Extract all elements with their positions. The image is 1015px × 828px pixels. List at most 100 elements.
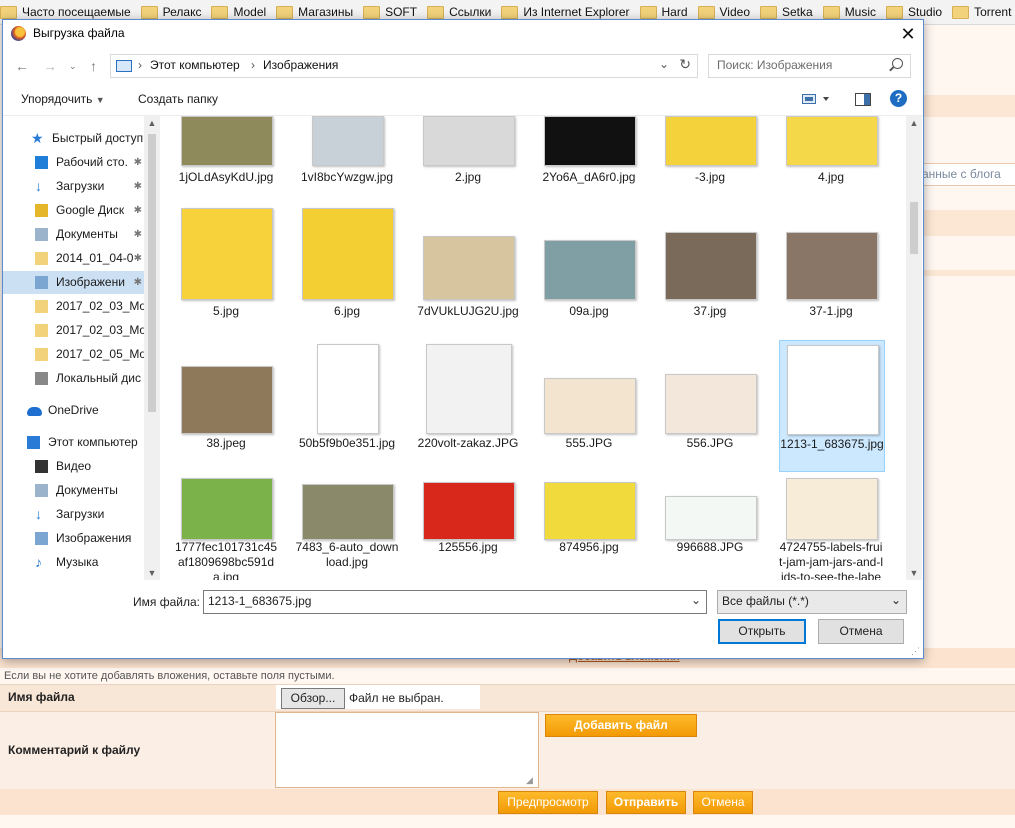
address-dropdown-icon[interactable]: ⌄ (659, 57, 669, 71)
add-file-button[interactable]: Добавить файл (545, 714, 697, 737)
new-folder-button[interactable]: Создать папку (138, 92, 218, 106)
search-icon[interactable] (892, 58, 903, 69)
file-tile[interactable]: 7483_6-auto_download.jpg (295, 474, 399, 580)
breadcrumb-this-pc[interactable]: Этот компьютер (150, 58, 240, 72)
recent-chevron-icon[interactable]: ⌄ (69, 61, 77, 72)
bookmark-folder[interactable]: Hard (639, 5, 688, 19)
file-tile[interactable]: 50b5f9b0e351.jpg (295, 340, 399, 470)
file-tile[interactable]: 556.JPG (658, 340, 762, 470)
chevron-down-icon[interactable]: ⌄ (891, 593, 901, 607)
dialog-resize-grip-icon[interactable]: ⋰ (911, 646, 921, 656)
file-tile[interactable]: 874956.jpg (537, 474, 641, 580)
blog-data-button[interactable]: анные с блога (921, 163, 1015, 186)
file-tile[interactable]: 38.jpeg (174, 340, 278, 470)
back-arrow-icon[interactable]: ← (15, 58, 29, 74)
file-tile[interactable]: 2Yo6A_dA6r0.jpg (537, 116, 641, 184)
organize-button[interactable]: Упорядочить ▼ (21, 92, 105, 106)
preview-pane-icon[interactable] (855, 93, 871, 109)
nav-item[interactable]: 2017_02_05_Mos (3, 343, 144, 366)
nav-scrollbar[interactable]: ▲ ▼ (144, 116, 160, 580)
nav-item[interactable]: 2014_01_04-0 ✱ (3, 247, 144, 270)
file-tile[interactable]: 1777fec101731c45af1809698bc591da.jpg (174, 474, 278, 580)
help-icon[interactable]: ? (890, 90, 907, 107)
nav-item[interactable]: OneDrive (3, 399, 144, 422)
nav-scroll-thumb[interactable] (148, 134, 156, 412)
file-tile[interactable]: 09a.jpg (537, 208, 641, 318)
bookmark-folder[interactable]: Model (211, 5, 266, 19)
image-thumbnail (181, 116, 273, 166)
file-tile[interactable]: 2.jpg (416, 116, 520, 184)
view-options-icon[interactable] (802, 93, 830, 108)
file-tile[interactable]: 125556.jpg (416, 474, 520, 580)
bookmark-folder[interactable]: Из Internet Explorer (501, 5, 630, 19)
file-tile[interactable]: 6.jpg (295, 208, 399, 318)
file-name-input[interactable]: 1213-1_683675.jpg ⌄ (203, 590, 707, 614)
nav-item[interactable]: Видео (3, 455, 144, 478)
scroll-down-icon[interactable]: ▼ (144, 568, 160, 578)
refresh-icon[interactable]: ↻ (679, 56, 691, 73)
comment-textarea[interactable]: ◢ (275, 712, 539, 788)
nav-item[interactable]: Google Диск ✱ (3, 199, 144, 222)
form-cancel-button[interactable]: Отмена (693, 791, 753, 814)
scroll-up-icon[interactable]: ▲ (144, 118, 160, 128)
close-button[interactable]: ✕ (893, 20, 923, 48)
nav-item[interactable]: Документы ✱ (3, 223, 144, 246)
chevron-down-icon[interactable]: ⌄ (691, 593, 701, 607)
nav-item[interactable]: ↓ Загрузки ✱ (3, 175, 144, 198)
bookmark-folder[interactable]: Studio (886, 5, 942, 19)
breadcrumb-separator-icon[interactable]: › (251, 58, 255, 72)
nav-item[interactable]: Изображения (3, 527, 144, 550)
nav-item[interactable]: 2017_02_03_Mos (3, 319, 144, 342)
file-tile[interactable]: 7dVUkLUJG2U.jpg (416, 208, 520, 318)
up-arrow-icon[interactable]: ↑ (90, 58, 97, 74)
file-tile[interactable]: 37.jpg (658, 208, 762, 318)
file-tile[interactable]: 996688.JPG (658, 474, 762, 580)
nav-item[interactable]: ★ Быстрый доступ (3, 127, 144, 150)
search-input[interactable]: Поиск: Изображения (708, 54, 911, 78)
file-tile[interactable]: -3.jpg (658, 116, 762, 184)
bookmark-folder[interactable]: Video (697, 5, 750, 19)
nav-item[interactable]: Документы (3, 479, 144, 502)
bookmark-folder[interactable]: Магазины (276, 5, 353, 19)
file-tile[interactable]: 37-1.jpg (779, 208, 883, 318)
file-tile[interactable]: 1jOLdAsyKdU.jpg (174, 116, 278, 184)
file-tile[interactable]: 220volt-zakaz.JPG (416, 340, 520, 470)
browse-button[interactable]: Обзор... (281, 688, 345, 709)
dialog-cancel-button[interactable]: Отмена (818, 619, 904, 644)
preview-button[interactable]: Предпросмотр (498, 791, 598, 814)
open-button[interactable]: Открыть (718, 619, 806, 644)
breadcrumb-separator-icon[interactable]: › (138, 58, 142, 72)
scroll-up-icon[interactable]: ▲ (906, 118, 922, 128)
nav-item[interactable]: Рабочий сто. ✱ (3, 151, 144, 174)
nav-item[interactable]: Локальный дис (3, 367, 144, 390)
submit-button[interactable]: Отправить (606, 791, 686, 814)
nav-item[interactable]: Этот компьютер (3, 431, 144, 454)
bookmark-folder[interactable]: Ссылки (427, 5, 491, 19)
file-type-select[interactable]: Все файлы (*.*) ⌄ (717, 590, 907, 614)
file-tile[interactable]: 1213-1_683675.jpg (779, 340, 885, 472)
file-name-value[interactable]: 1213-1_683675.jpg (208, 594, 311, 608)
nav-item[interactable]: ↓ Загрузки (3, 503, 144, 526)
forward-arrow-icon[interactable]: → (43, 58, 57, 74)
resize-grip-icon[interactable]: ◢ (526, 775, 536, 785)
breadcrumb-pictures[interactable]: Изображения (263, 58, 338, 72)
file-tile[interactable]: 1vI8bcYwzgw.jpg (295, 116, 399, 184)
nav-item[interactable]: Изображени ✱ (3, 271, 144, 294)
bookmark-folder[interactable]: Часто посещаемые (0, 5, 131, 19)
file-tile[interactable]: 5.jpg (174, 208, 278, 318)
bookmark-folder[interactable]: Setka (760, 5, 813, 19)
bookmark-folder[interactable]: Music (822, 5, 876, 19)
address-bar[interactable]: › Этот компьютер › Изображения ⌄ ↻ (110, 54, 698, 78)
bookmark-folder[interactable]: Релакс (140, 5, 201, 19)
bookmark-folder[interactable]: Torrent server (952, 5, 1015, 19)
folder-icon (363, 5, 381, 19)
file-tile[interactable]: 4724755-labels-fruit-jam-jam-jars-and-li… (779, 474, 883, 580)
file-tile[interactable]: 555.JPG (537, 340, 641, 470)
file-tile[interactable]: 4.jpg (779, 116, 883, 184)
files-scroll-thumb[interactable] (910, 202, 918, 254)
scroll-down-icon[interactable]: ▼ (906, 568, 922, 578)
bookmark-folder[interactable]: SOFT (363, 5, 417, 19)
nav-item[interactable]: 2017_02_03_Mos (3, 295, 144, 318)
nav-item[interactable]: ♪ Музыка (3, 551, 144, 574)
files-scrollbar[interactable]: ▲ ▼ (906, 116, 922, 580)
